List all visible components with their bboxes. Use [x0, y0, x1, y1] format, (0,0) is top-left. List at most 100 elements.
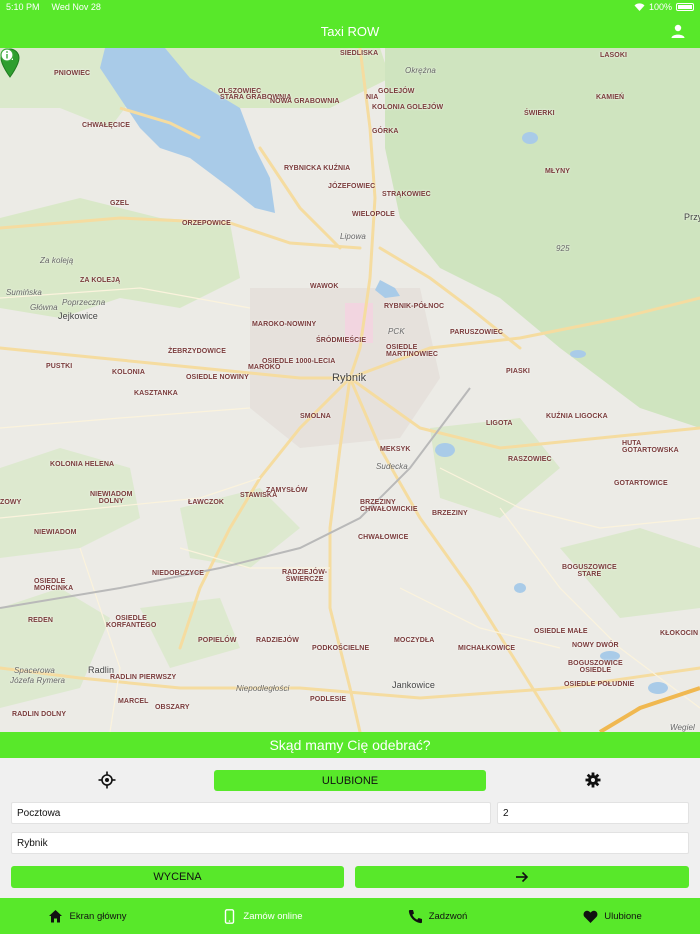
status-bar: 5:10 PM Wed Nov 28 100%	[0, 0, 700, 14]
map-label: SIEDLISKA	[340, 50, 379, 57]
map-label: BRZEZINY	[432, 510, 468, 517]
map-view[interactable]: PNIOWIEC OLSZOWIEC STARA GRABOWNIA NOWA …	[0, 48, 700, 732]
map-label: KAMIEŃ	[596, 94, 625, 101]
map-label: RASZOWIEC	[508, 456, 552, 463]
map-label: ŚRÓDMIEŚCIE	[316, 337, 367, 344]
map-label: MARCEL	[118, 698, 149, 705]
map-label: NOWY DWÓR	[572, 642, 619, 649]
pickup-prompt: Skąd mamy Cię odebrać?	[0, 732, 700, 758]
map-label: NIA	[366, 94, 379, 101]
next-button[interactable]	[355, 866, 689, 888]
tab-favorites[interactable]: Ulubione	[525, 898, 700, 934]
map-label: KŁOKOCIN	[660, 630, 699, 637]
map-label: Główna	[30, 303, 58, 312]
map-label: PNIOWIEC	[54, 70, 91, 77]
map-label: GÓRKA	[372, 128, 399, 135]
map-label: MŁYNY	[545, 168, 570, 175]
tab-home[interactable]: Ekran główny	[0, 898, 175, 934]
wifi-icon	[634, 3, 645, 11]
map-label: Sudecka	[376, 462, 408, 471]
gear-icon[interactable]	[585, 772, 601, 788]
map-label: Rybnik	[332, 372, 367, 384]
map-label: NIEWIADOM	[34, 529, 77, 536]
house-number-field[interactable]: 2	[497, 802, 689, 824]
map-label: KOLONIA	[112, 369, 145, 376]
map-label: LASOKI	[600, 52, 628, 59]
map-label: KUŹNIA LIGOCKA	[546, 413, 608, 420]
map-label: HUTA GOTARTOWSKA	[622, 440, 679, 454]
map-label: RADZIEJÓW	[256, 637, 299, 644]
map-label: REDEN	[28, 617, 54, 624]
map-label: JÓZEFOWIEC	[328, 183, 376, 190]
tab-label: Ulubione	[604, 910, 642, 922]
map-label: GOTARTOWICE	[614, 480, 668, 487]
map-label: KOLONIA GOLEJÓW	[372, 104, 444, 111]
map-label: Za koleją	[40, 256, 74, 265]
map-label: ZOWY	[0, 499, 22, 506]
nav-bar: Taxi ROW	[0, 14, 700, 48]
map-label: Spacerowa	[14, 666, 55, 675]
favorites-button[interactable]: ULUBIONE	[214, 770, 486, 791]
map-label: ORZEPOWICE	[182, 220, 231, 227]
address-panel: ULUBIONE Pocztowa 2 Rybnik WYCENA	[0, 758, 700, 898]
map-label: Okrężna	[405, 66, 436, 75]
map-label: OBSZARY	[155, 704, 190, 711]
map-tiles	[0, 48, 700, 732]
map-label: MAROKO-NOWINY	[252, 321, 317, 328]
map-label: PARUSZOWIEC	[450, 329, 504, 336]
street-field[interactable]: Pocztowa	[11, 802, 491, 824]
map-label: GZEL	[110, 200, 130, 207]
city-field[interactable]: Rybnik	[11, 832, 689, 854]
map-label: STRĄKOWIEC	[382, 191, 431, 198]
map-label: MICHAŁKOWICE	[458, 645, 516, 652]
map-label: Lipowa	[340, 232, 366, 241]
call-icon	[408, 909, 422, 923]
map-label: ŻEBRZYDOWICE	[168, 348, 226, 355]
map-label: PIASKI	[506, 368, 530, 375]
map-label: ZA KOLEJĄ	[80, 277, 121, 284]
map-label: MEKSYK	[380, 446, 411, 453]
map-label: RYBNICKA KUŹNIA	[284, 165, 351, 172]
map-label: SMOLNA	[300, 413, 331, 420]
map-label: Sumińska	[6, 288, 42, 297]
map-label: NOWA GRABOWNIA	[270, 98, 340, 105]
map-label: Józefa Rymera	[10, 676, 66, 685]
map-label: KOLONIA HELENA	[50, 461, 115, 468]
map-label: BRZEZINY CHWAŁOWICKIE	[360, 499, 418, 513]
tab-call[interactable]: Zadzwoń	[350, 898, 525, 934]
map-label: GOLEJÓW	[378, 88, 415, 95]
map-label: RADLIN PIERWSZY	[110, 674, 177, 681]
map-label: RYBNIK-PÓŁNOC	[384, 303, 445, 310]
arrow-right-icon	[516, 871, 529, 883]
map-label: OSIEDLE NOWINY	[186, 374, 249, 381]
battery-icon	[676, 3, 694, 11]
phone-device-icon	[225, 908, 235, 924]
map-label: Wegiel	[670, 723, 695, 732]
map-label: Poprzeczna	[62, 298, 106, 307]
map-label: PUSTKI	[46, 363, 73, 370]
map-label: WIELOPOLE	[352, 211, 395, 218]
tab-label: Zadzwoń	[428, 910, 468, 922]
tab-label: Zamów online	[243, 910, 303, 922]
map-label: Niepodległości	[236, 684, 290, 693]
person-icon[interactable]	[670, 23, 686, 39]
tab-bar: Ekran główny Zamów online Zadzwoń Ulubio…	[0, 898, 700, 934]
map-label: OSIEDLE MARTINOWIEC	[386, 344, 439, 358]
tab-order-online[interactable]: Zamów online	[175, 898, 350, 934]
map-label: NIEWIADOM DOLNY	[90, 491, 133, 505]
map-label: POPIELÓW	[198, 637, 237, 644]
battery-percent: 100%	[648, 2, 672, 12]
map-label: BOGUSZOWICE STARE	[562, 564, 617, 578]
home-icon	[49, 909, 63, 922]
map-label: Przy	[684, 212, 700, 222]
map-label: PODLESIE	[310, 696, 347, 703]
map-label: MAROKO	[248, 364, 281, 371]
price-estimate-button[interactable]: WYCENA	[11, 866, 344, 888]
map-label: ŁAWCZOK	[188, 499, 225, 506]
map-label: ŚWIERKI	[524, 110, 555, 117]
crosshair-icon[interactable]	[98, 771, 116, 789]
info-icon[interactable]	[0, 48, 14, 62]
map-label: WAWOK	[310, 283, 339, 290]
map-label: KASZTANKA	[134, 390, 178, 397]
map-label: OSIEDLE KORFANTEGO	[106, 615, 157, 629]
